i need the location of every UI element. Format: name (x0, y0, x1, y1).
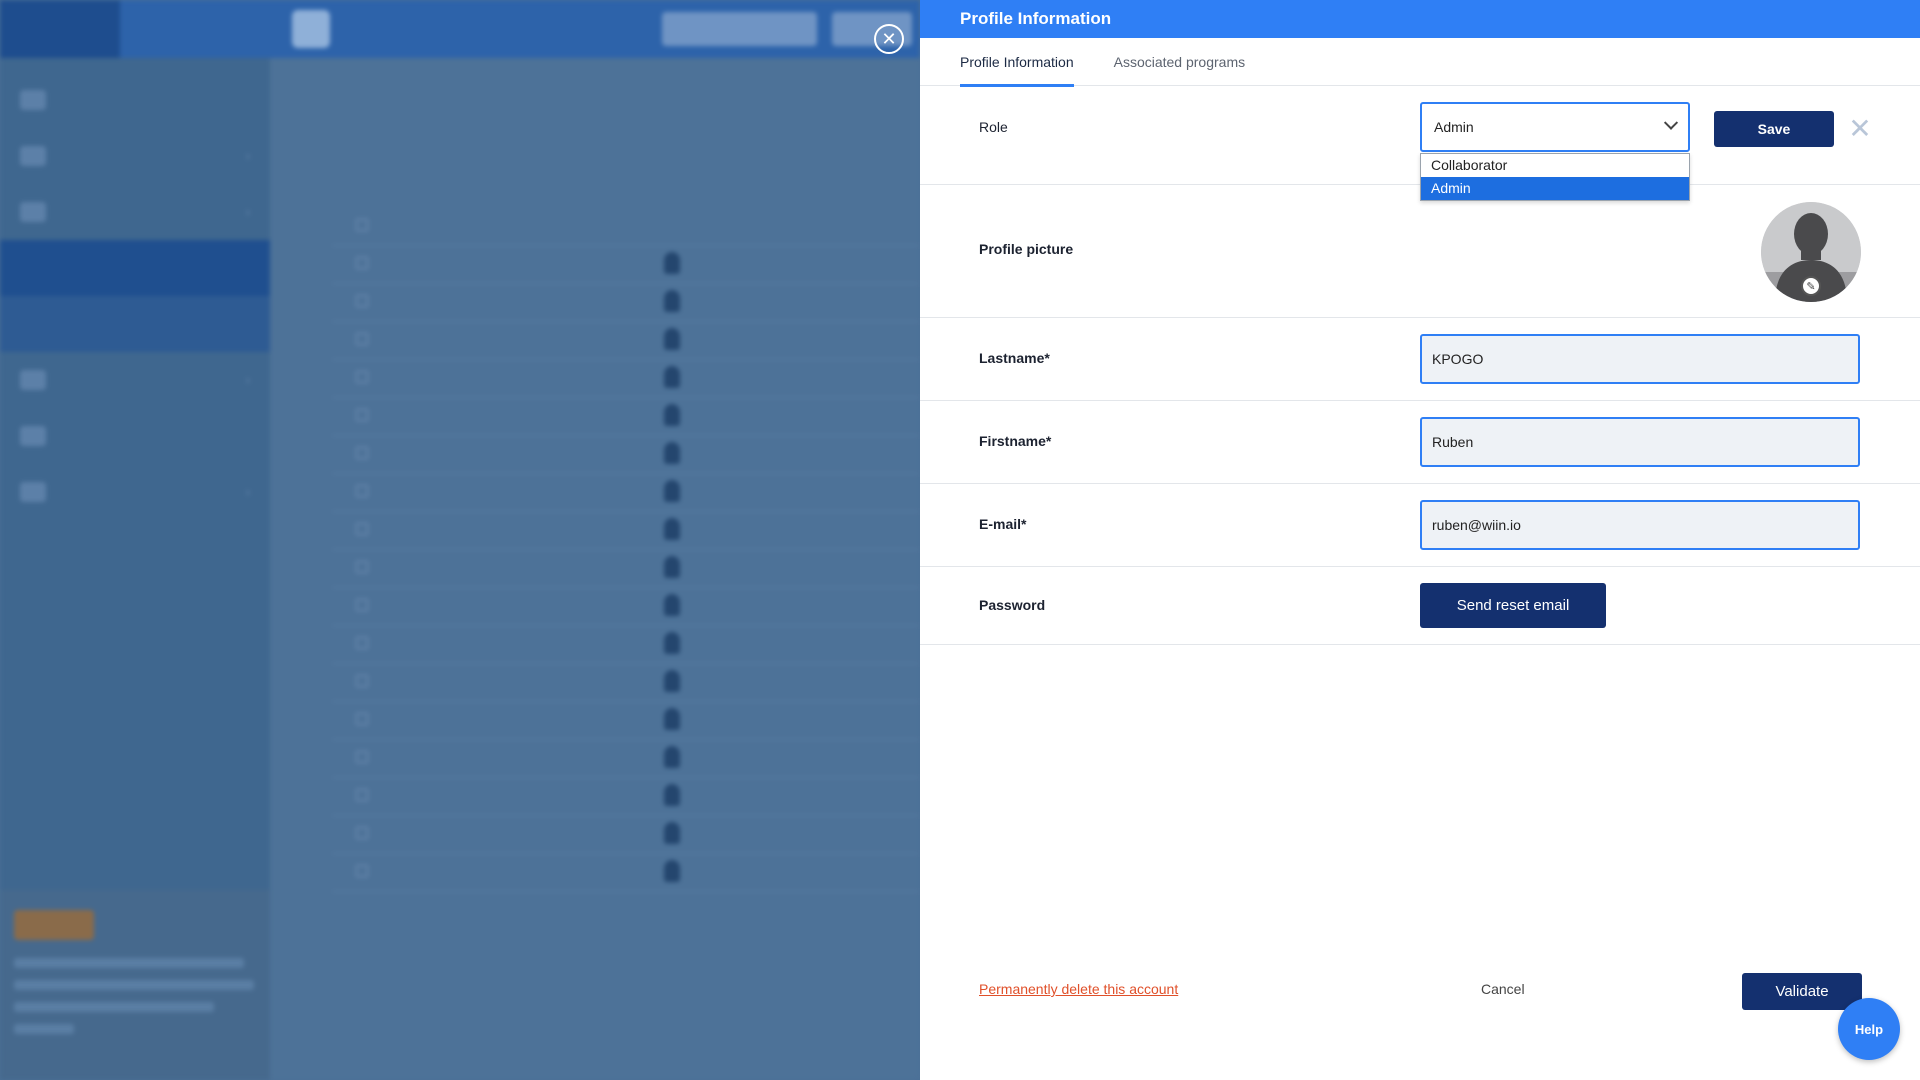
background-table-row (332, 702, 920, 740)
background-sidebar: › › › › (0, 58, 270, 1080)
background-table-row (332, 550, 920, 588)
background-nav-item (0, 72, 270, 128)
role-label: Role (979, 119, 1008, 135)
background-table-row (332, 436, 920, 474)
background-table-row (332, 816, 920, 854)
profile-picture-row: Profile picture ✎ (920, 185, 1920, 318)
role-option-admin[interactable]: Admin (1421, 177, 1689, 200)
profile-picture-label: Profile picture (979, 241, 1074, 257)
role-row: Role Admin Collaborator Admin Save ✕ (920, 86, 1920, 201)
role-option-collaborator[interactable]: Collaborator (1421, 154, 1689, 177)
help-button[interactable]: Help (1838, 998, 1900, 1060)
background-table-row (332, 854, 920, 892)
background-table-row (332, 284, 920, 322)
background-table-row (332, 778, 920, 816)
background-app: › › › › (0, 0, 920, 1080)
close-panel-icon[interactable]: ✕ (874, 24, 904, 54)
delete-account-link[interactable]: Permanently delete this account (979, 981, 1178, 997)
password-row: Password Send reset email (920, 567, 1920, 645)
background-table-row (332, 664, 920, 702)
background-table-row (332, 246, 920, 284)
email-row: E-mail* (920, 484, 1920, 567)
background-table-row (332, 322, 920, 360)
background-nav-item: › (0, 128, 270, 184)
background-table-row (332, 740, 920, 778)
background-nav-subitem (0, 296, 270, 352)
panel-title: Profile Information (920, 0, 1920, 38)
tab-profile-information[interactable]: Profile Information (960, 38, 1074, 87)
background-topbar (0, 0, 920, 58)
background-logo (0, 0, 120, 58)
background-table-row (332, 474, 920, 512)
role-select-value: Admin (1434, 119, 1474, 135)
background-nav-item-active (0, 240, 270, 296)
panel-tabs: Profile Information Associated programs (920, 38, 1920, 87)
background-nav-item: › (0, 352, 270, 408)
validate-button[interactable]: Validate (1742, 973, 1862, 1010)
background-table-header (332, 208, 920, 246)
pencil-icon[interactable]: ✎ (1801, 276, 1821, 296)
background-nav-item: › (0, 464, 270, 520)
lastname-label: Lastname* (979, 350, 1050, 366)
firstname-input[interactable] (1420, 417, 1860, 467)
password-label: Password (979, 597, 1046, 613)
firstname-row: Firstname* (920, 401, 1920, 484)
background-table-row (332, 626, 920, 664)
background-nav-item (0, 408, 270, 464)
background-table-row (332, 360, 920, 398)
avatar[interactable]: ✎ (1761, 202, 1861, 302)
background-table-row (332, 588, 920, 626)
background-nav-item: › (0, 184, 270, 240)
background-table (332, 208, 920, 892)
profile-panel: Profile Information Profile Information … (920, 0, 1920, 1080)
background-program-icon (292, 10, 330, 48)
role-select[interactable]: Admin (1420, 102, 1690, 152)
lastname-input[interactable] (1420, 334, 1860, 384)
cancel-button[interactable]: Cancel (1481, 981, 1525, 997)
email-label: E-mail* (979, 516, 1027, 532)
send-reset-email-button[interactable]: Send reset email (1420, 583, 1606, 628)
background-table-row (332, 398, 920, 436)
save-button[interactable]: Save (1714, 111, 1834, 147)
chevron-down-icon (1663, 115, 1679, 130)
tab-associated-programs[interactable]: Associated programs (1114, 38, 1246, 86)
close-x-icon[interactable]: ✕ (1848, 114, 1872, 144)
background-promo-card (0, 890, 270, 1080)
background-topbar-button (662, 12, 817, 46)
background-table-row (332, 512, 920, 550)
role-dropdown-list: Collaborator Admin (1420, 153, 1690, 201)
lastname-row: Lastname* (920, 318, 1920, 401)
firstname-label: Firstname* (979, 433, 1052, 449)
email-input[interactable] (1420, 500, 1860, 550)
background-main (270, 58, 920, 1080)
